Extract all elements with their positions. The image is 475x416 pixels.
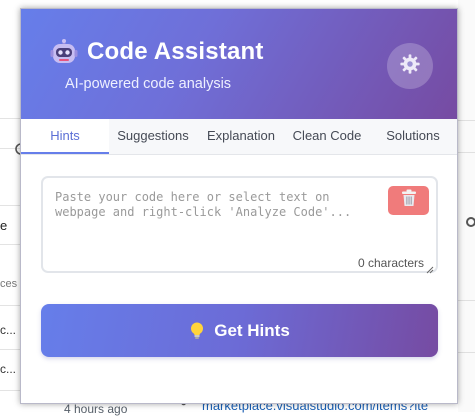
bg-divider	[0, 390, 20, 391]
bg-fragment: c...	[0, 362, 17, 376]
character-count: 0 characters	[357, 256, 424, 270]
tab-bar: Hints Suggestions Explanation Clean Code…	[21, 119, 457, 155]
tab-explanation[interactable]: Explanation	[197, 119, 285, 154]
bg-divider	[0, 205, 20, 206]
bg-divider	[458, 120, 475, 121]
popup-header: Code Assistant AI-powered code analysis	[21, 9, 457, 119]
tab-solutions[interactable]: Solutions	[369, 119, 457, 154]
tab-hints[interactable]: Hints	[21, 119, 109, 154]
bg-fragment: c...	[0, 323, 17, 337]
code-assistant-popup: Code Assistant AI-powered code analysis	[20, 8, 458, 404]
trash-icon	[401, 189, 417, 212]
gear-icon	[399, 53, 421, 80]
tab-suggestions[interactable]: Suggestions	[109, 119, 197, 154]
lightbulb-icon	[189, 322, 205, 340]
code-editor: 0 characters	[41, 176, 438, 274]
bg-timestamp: 4 hours ago	[64, 402, 128, 416]
settings-button[interactable]	[387, 43, 433, 89]
bg-divider	[0, 244, 20, 245]
bg-divider	[458, 152, 475, 153]
clear-button[interactable]	[388, 186, 429, 215]
resize-handle-icon[interactable]	[426, 261, 434, 274]
bg-divider	[0, 349, 20, 350]
robot-icon	[50, 39, 78, 67]
bg-fragment: e	[0, 218, 8, 233]
get-hints-button[interactable]: Get Hints	[41, 304, 438, 357]
bg-divider	[458, 300, 475, 301]
bg-gear-icon	[462, 214, 475, 235]
popup-subtitle: AI-powered code analysis	[65, 76, 232, 92]
bg-divider	[0, 118, 20, 119]
tab-clean-code[interactable]: Clean Code	[285, 119, 369, 154]
code-input[interactable]	[55, 190, 373, 260]
bg-divider	[0, 305, 20, 306]
bg-divider	[458, 352, 475, 353]
get-hints-label: Get Hints	[214, 320, 290, 340]
bg-right-strip	[458, 0, 475, 412]
popup-title: Code Assistant	[87, 38, 264, 65]
